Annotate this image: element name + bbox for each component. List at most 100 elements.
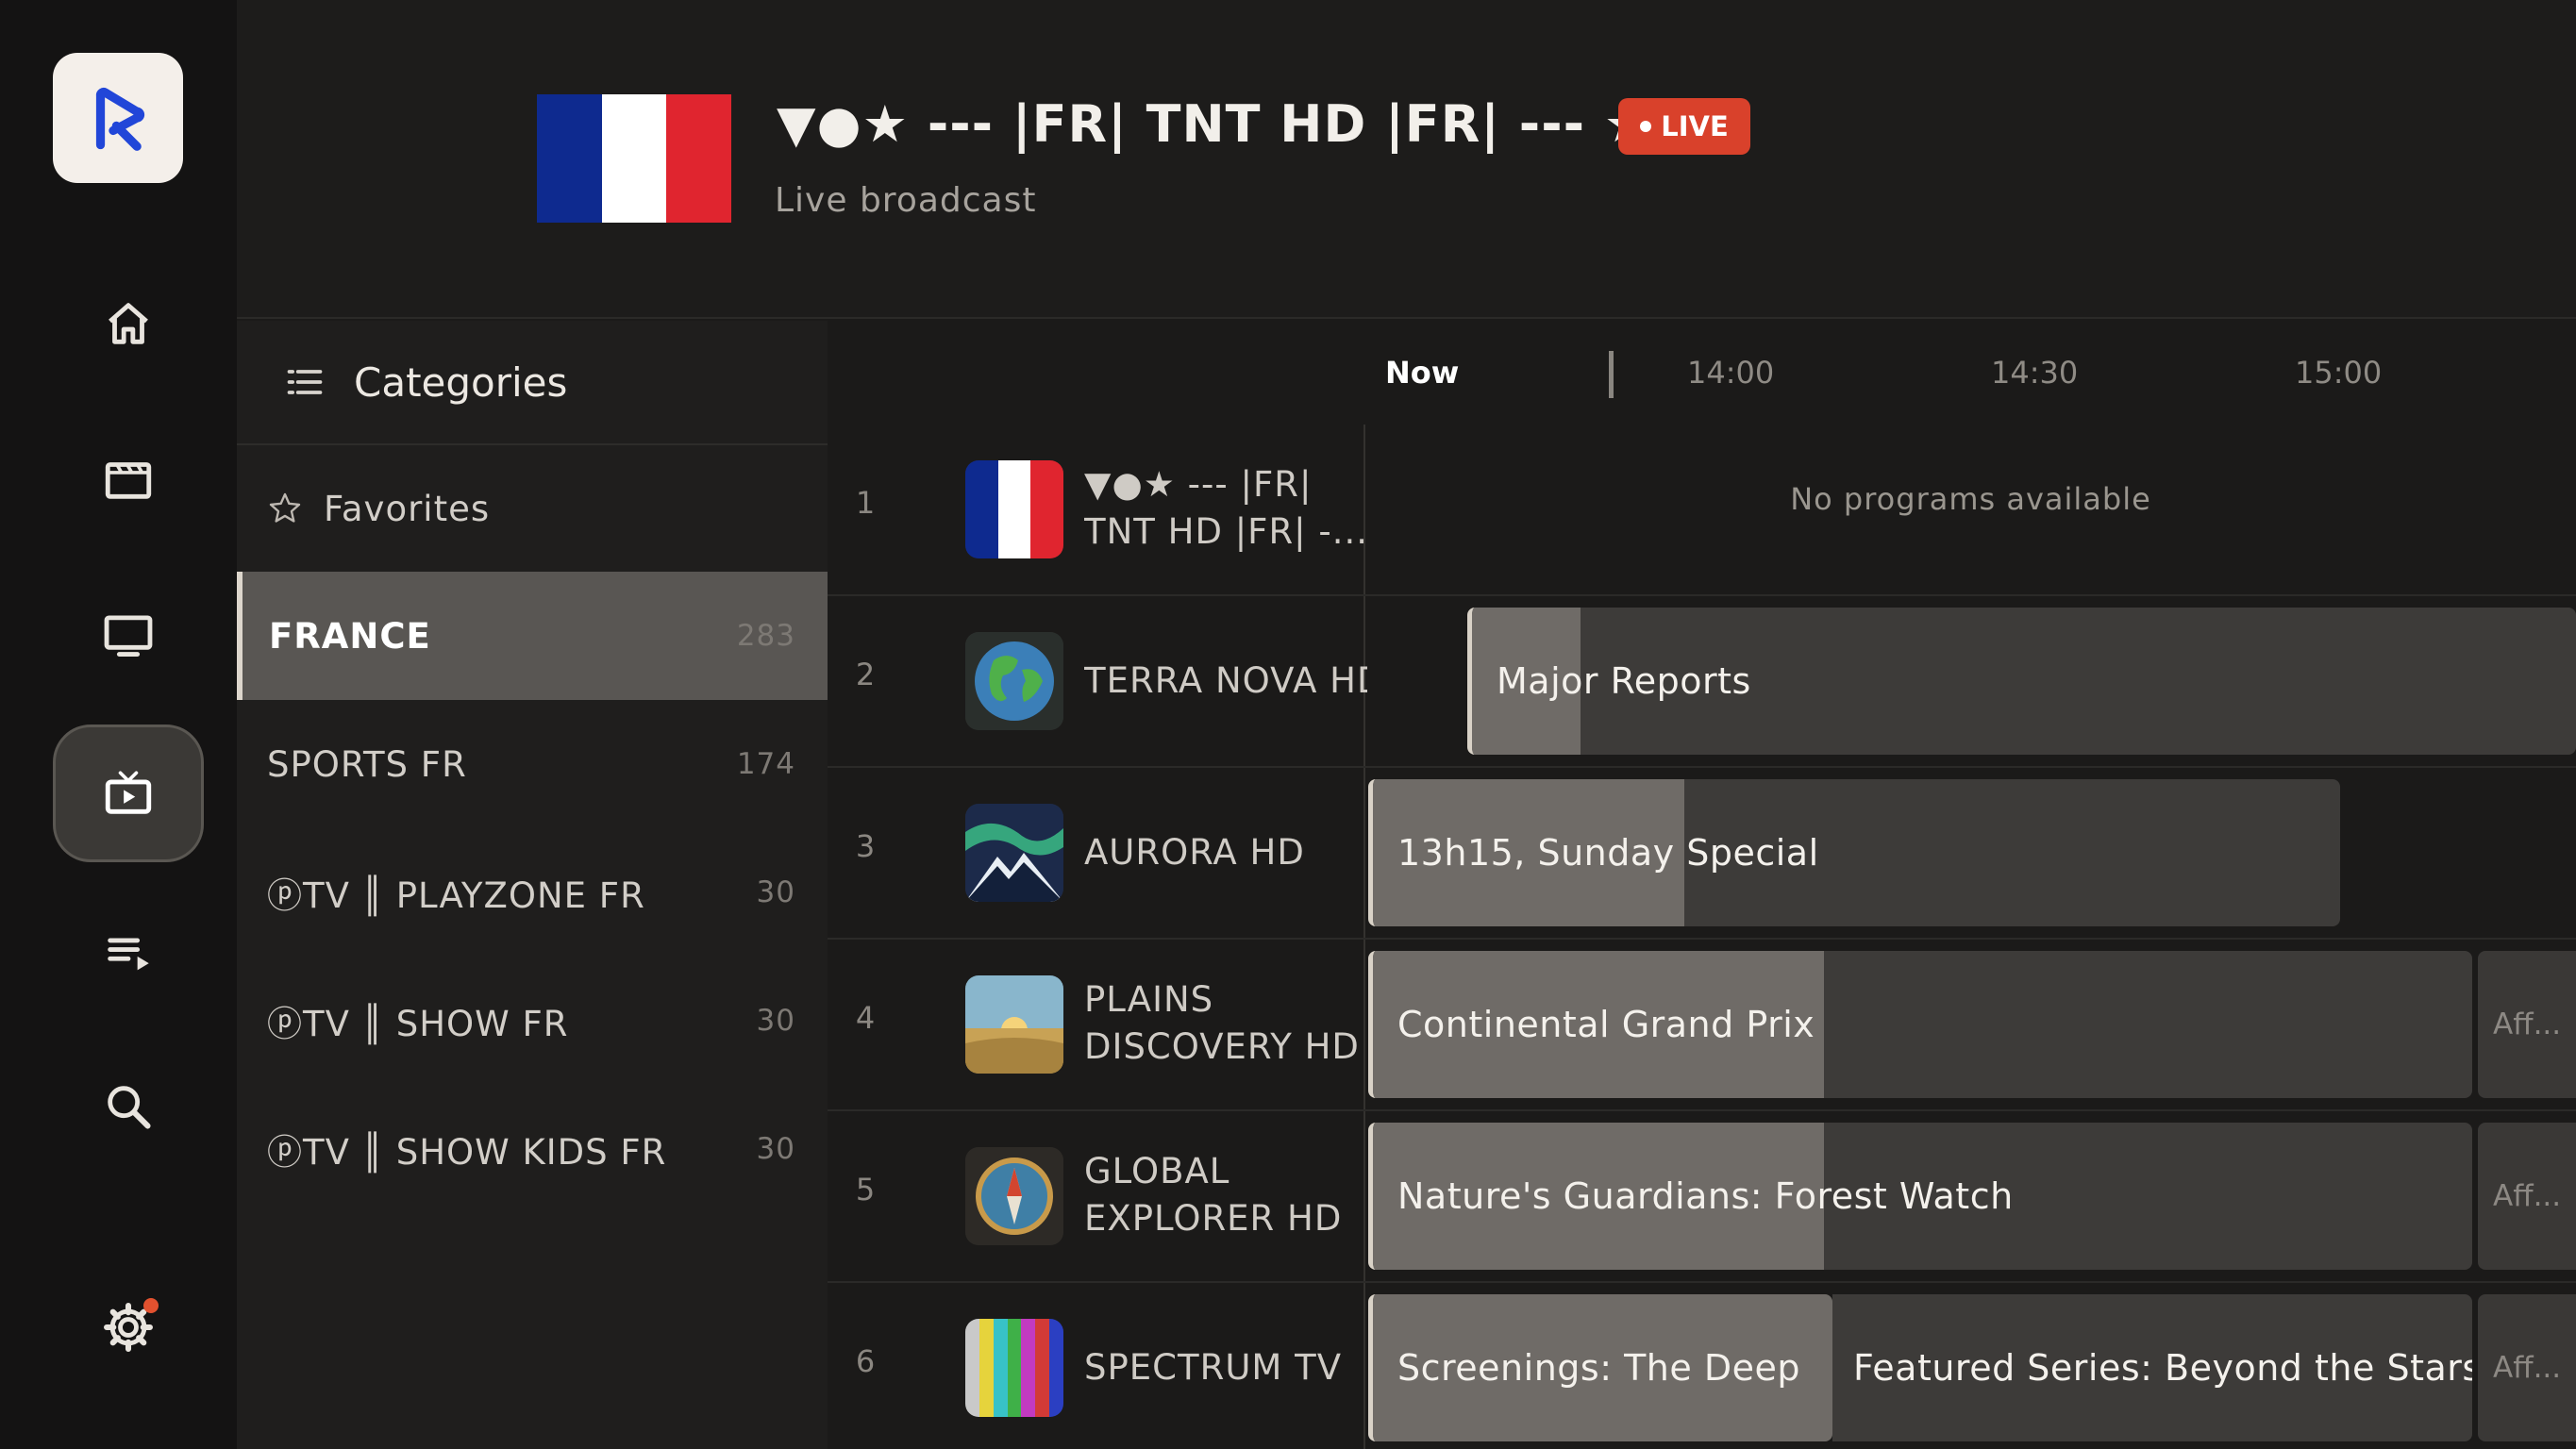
channel-number: 6: [855, 1343, 876, 1379]
categories-title: Categories: [354, 358, 568, 406]
nav-live-tv[interactable]: [53, 724, 204, 862]
category-count: 283: [736, 619, 795, 653]
channel-name-line2: TNT HD |FR| -...: [1084, 511, 1367, 552]
channel-logo-aurora: [965, 804, 1063, 902]
channel-number: 4: [855, 1000, 876, 1036]
category-item-show-fr[interactable]: ⓟTV ║ SHOW FR 30: [237, 957, 828, 1085]
category-favorites-label: Favorites: [324, 488, 491, 529]
app-logo-icon: [95, 88, 145, 151]
channel-logo-flag: [965, 460, 1063, 558]
nav-tv[interactable]: [53, 566, 204, 704]
category-count: 30: [756, 875, 795, 909]
channel-name-line2: DISCOVERY HD: [1084, 1026, 1360, 1067]
category-count: 30: [756, 1132, 795, 1166]
channel-number: 3: [855, 828, 876, 864]
category-label: ⓟTV ║ SHOW KIDS FR: [267, 1132, 667, 1173]
channel-logo-compass: [965, 1147, 1063, 1245]
program-title: Nature's Guardians: Forest Watch: [1397, 1175, 2014, 1217]
channel-row[interactable]: 1 ▼●★ --- |FR| TNT HD |FR| -... No progr…: [828, 425, 2576, 596]
channel-name-line1: ▼●★ --- |FR|: [1084, 464, 1313, 505]
program-cell[interactable]: Major Reports: [1467, 608, 2576, 755]
category-label: SPORTS FR: [267, 743, 467, 785]
channel-logo-globe: [965, 632, 1063, 730]
channel-name-line2: EXPLORER HD: [1084, 1198, 1343, 1239]
star-icon: [269, 492, 301, 523]
playlist-icon: [108, 938, 149, 971]
next-program-cell[interactable]: Aff...: [2478, 951, 2576, 1098]
channel-name-line1: GLOBAL: [1084, 1151, 1230, 1191]
channel-row[interactable]: 4 PLAINS DISCOVERY HD Continental Grand …: [828, 940, 2576, 1111]
channel-flag-image: [537, 94, 732, 223]
category-label: ⓟTV ║ PLAYZONE FR: [267, 875, 645, 916]
channel-name-line1: PLAINS: [1084, 979, 1214, 1020]
nav-movies[interactable]: [53, 409, 204, 547]
search-icon: [108, 1086, 151, 1129]
channel-number: 1: [855, 485, 876, 521]
program-guide: Now 14:00 14:30 15:00 1 ▼●★ --- |FR| TNT…: [828, 321, 2576, 1449]
app-logo[interactable]: [53, 53, 183, 183]
program-cell[interactable]: Featured Series: Beyond the Stars: [1832, 1294, 2472, 1441]
category-count: 30: [756, 1004, 795, 1038]
time-now-label: Now: [1385, 355, 1460, 391]
channel-row[interactable]: 3 AURORA HD 13h15, Sunday Special: [828, 768, 2576, 940]
channel-header: ▼●★ --- |FR| TNT HD |FR| --- ★●▼ LIVE Li…: [237, 0, 2576, 319]
channel-name: SPECTRUM TV: [1084, 1347, 1342, 1388]
nav-settings[interactable]: [53, 1258, 204, 1396]
channel-subtitle: Live broadcast: [775, 181, 1037, 220]
now-marker: [1609, 351, 1614, 398]
program-cell[interactable]: 13h15, Sunday Special: [1368, 779, 2340, 926]
program-cell[interactable]: Screenings: The Deep: [1368, 1294, 1832, 1441]
category-label: ⓟTV ║ SHOW FR: [267, 1004, 569, 1044]
timeline-header: Now 14:00 14:30 15:00: [828, 321, 2576, 425]
live-badge-label: LIVE: [1661, 110, 1729, 142]
no-programs-message: No programs available: [1790, 481, 2151, 517]
channel-number: 2: [855, 657, 876, 692]
program-title: 13h15, Sunday Special: [1397, 832, 1819, 874]
program-cell[interactable]: Continental Grand Prix: [1368, 951, 2472, 1098]
program-cell[interactable]: Nature's Guardians: Forest Watch: [1368, 1123, 2472, 1270]
nav-search[interactable]: [53, 1038, 204, 1175]
category-item-show-kids-fr[interactable]: ⓟTV ║ SHOW KIDS FR 30: [237, 1085, 828, 1213]
next-program-cell[interactable]: Aff...: [2478, 1123, 2576, 1270]
categories-header: Categories: [237, 321, 828, 445]
category-favorites[interactable]: Favorites: [237, 445, 828, 572]
time-label: 14:00: [1687, 355, 1775, 391]
notification-dot: [143, 1298, 159, 1313]
live-badge: LIVE: [1618, 98, 1750, 155]
channel-logo-plains: [965, 975, 1063, 1074]
home-icon: [109, 303, 148, 344]
nav-home[interactable]: [53, 255, 204, 392]
compass-icon: [965, 1147, 1063, 1245]
category-count: 174: [736, 747, 795, 781]
mountain-icon: [965, 804, 1063, 902]
program-title: Major Reports: [1497, 660, 1751, 702]
list-icon: [287, 370, 323, 394]
category-item-sports-fr[interactable]: SPORTS FR 174: [237, 700, 828, 828]
landscape-icon: [965, 975, 1063, 1074]
time-label: 14:30: [1991, 355, 2079, 391]
nav-playlist[interactable]: [53, 883, 204, 1021]
program-title: Featured Series: Beyond the Stars: [1853, 1347, 2472, 1389]
live-dot-icon: [1640, 121, 1652, 132]
globe-icon: [965, 632, 1063, 730]
channel-logo-color-bars: [965, 1319, 1063, 1417]
time-label: 15:00: [2295, 355, 2383, 391]
categories-panel: Categories Favorites FRANCE 283 SPORTS F…: [237, 321, 828, 1449]
channel-name: TERRA NOVA HD: [1084, 660, 1367, 701]
channel-row[interactable]: 2 TERRA NOVA HD Major Reports: [828, 596, 2576, 768]
monitor-icon: [104, 615, 153, 657]
category-item-france[interactable]: FRANCE 283: [237, 572, 828, 700]
nav-rail: [0, 0, 237, 1449]
category-label: FRANCE: [269, 615, 431, 657]
clapperboard-icon: [105, 462, 152, 499]
channel-row[interactable]: 6 SPECTRUM TV Screenings: The Deep Featu…: [828, 1283, 2576, 1449]
next-program-cell[interactable]: Aff...: [2478, 1294, 2576, 1441]
program-title: Continental Grand Prix: [1397, 1004, 1815, 1045]
category-item-playzone-fr[interactable]: ⓟTV ║ PLAYZONE FR 30: [237, 828, 828, 957]
channel-number: 5: [855, 1172, 876, 1208]
channel-title: ▼●★ --- |FR| TNT HD |FR| --- ★●▼: [777, 94, 1736, 154]
channel-row[interactable]: 5 GLOBAL EXPLORER HD Nature's Guardians:…: [828, 1111, 2576, 1283]
channel-name: AURORA HD: [1084, 832, 1305, 873]
live-tv-icon: [105, 771, 152, 814]
program-title: Screenings: The Deep: [1397, 1347, 1800, 1389]
